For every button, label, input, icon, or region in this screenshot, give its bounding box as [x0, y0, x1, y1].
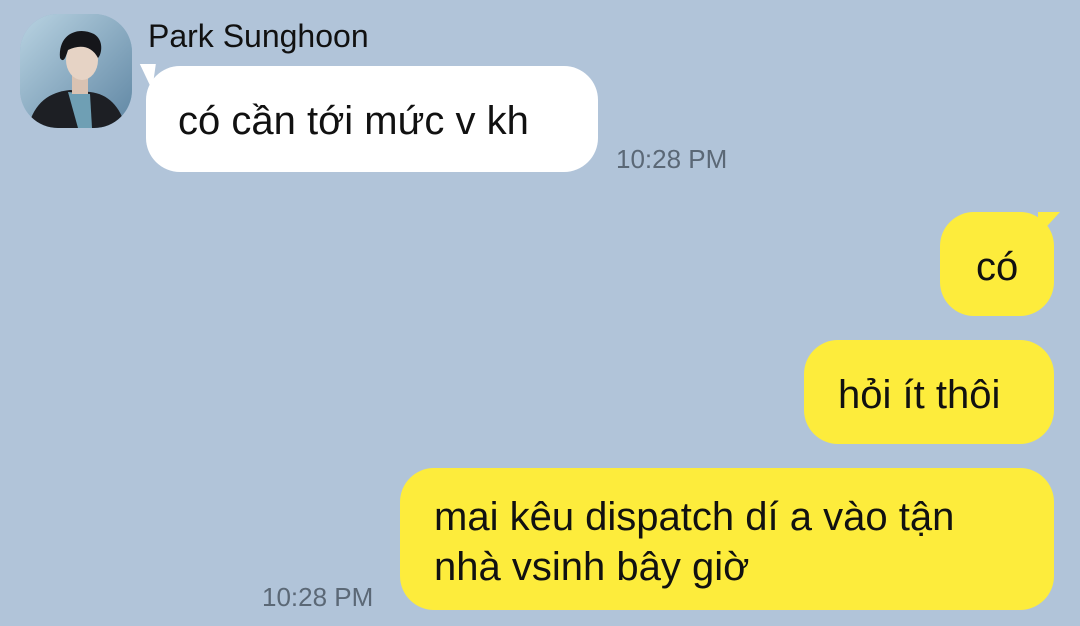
profile-photo-icon [20, 14, 132, 128]
chat-area[interactable]: Park Sunghoon có cần tới mức v kh 10:28 … [0, 0, 1080, 626]
contact-avatar[interactable] [20, 14, 132, 128]
message-text: có [976, 245, 1019, 289]
contact-name: Park Sunghoon [148, 18, 369, 54]
message-text: có cần tới mức v kh [178, 99, 529, 143]
message-text: hỏi ít thôi [838, 373, 1001, 417]
incoming-message-bubble[interactable]: có cần tới mức v kh [146, 66, 598, 172]
message-text-line: nhà vsinh bây giờ [434, 545, 750, 589]
message-text-line: mai kêu dispatch dí a vào tận [434, 495, 955, 539]
message-timestamp: 10:28 PM [262, 582, 374, 612]
outgoing-message-bubble[interactable]: hỏi ít thôi [804, 340, 1054, 444]
outgoing-message-bubble[interactable]: có [940, 212, 1054, 316]
message-timestamp: 10:28 PM [616, 144, 728, 174]
outgoing-message-bubble[interactable]: mai kêu dispatch dí a vào tận nhà vsinh … [400, 468, 1054, 610]
